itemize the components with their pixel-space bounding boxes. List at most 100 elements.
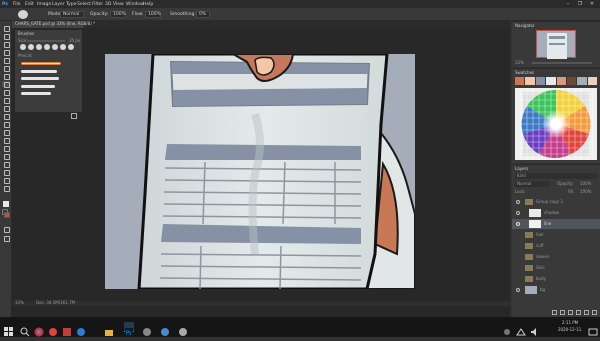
visibility-eye-icon[interactable] (516, 200, 520, 204)
artwork-canvas[interactable] (105, 54, 415, 289)
menu-3d[interactable]: 3D (105, 2, 111, 7)
photoshop-taskbar-icon[interactable]: Ps (124, 322, 134, 337)
clock-date[interactable]: 2020-12-11 (558, 328, 581, 332)
notifications-icon[interactable] (588, 322, 598, 336)
layer-row[interactable]: bg (512, 285, 600, 295)
menu-layer[interactable]: Layer (52, 2, 65, 7)
visibility-eye-icon[interactable] (516, 222, 520, 226)
mode-select[interactable]: Normal (60, 11, 84, 18)
brush-size-slider[interactable] (27, 40, 65, 42)
layer-row[interactable]: cuff (512, 241, 600, 251)
layer-row[interactable]: shadow (512, 208, 600, 218)
menu-edit[interactable]: Edit (25, 2, 34, 7)
add-mask-icon[interactable] (568, 310, 573, 315)
media-icon[interactable] (48, 322, 58, 336)
navigator-zoom-slider[interactable] (532, 62, 592, 64)
shape-tool-icon[interactable] (2, 161, 10, 168)
new-layer-icon[interactable] (584, 310, 589, 315)
app-icon[interactable] (62, 322, 72, 336)
windows-start-icon[interactable] (4, 322, 14, 336)
healing-tool-icon[interactable] (2, 73, 10, 80)
menu-select[interactable]: Select (77, 2, 91, 7)
maximize-button[interactable]: ❐ (575, 1, 585, 7)
history-brush-icon[interactable] (2, 97, 10, 104)
quick-mask-icon[interactable] (2, 226, 10, 233)
app-icon[interactable] (178, 322, 188, 336)
menu-window[interactable]: Window (126, 2, 144, 7)
menu-help[interactable]: Help (143, 2, 153, 7)
quick-select-tool-icon[interactable] (2, 49, 10, 56)
navigator-thumbnail[interactable] (536, 30, 576, 59)
eraser-tool-icon[interactable] (2, 105, 10, 112)
hand-tool-icon[interactable] (2, 169, 10, 176)
pen-tool-icon[interactable] (2, 137, 10, 144)
background-color-swatch[interactable] (4, 212, 10, 218)
brush-tool-icon[interactable] (4, 11, 11, 26)
visibility-eye-icon[interactable] (516, 288, 520, 292)
brush-preset-2[interactable] (28, 44, 34, 50)
flow-field[interactable]: 100% (145, 11, 161, 18)
new-brush-icon[interactable] (71, 104, 77, 119)
search-icon[interactable] (20, 322, 30, 337)
menu-file[interactable]: File (13, 2, 21, 7)
file-explorer-icon[interactable] (104, 322, 114, 336)
zoom-status[interactable]: 33% (15, 301, 24, 305)
layer-row[interactable]: sleeve (512, 252, 600, 262)
type-tool-icon[interactable] (2, 145, 10, 152)
smoothing-field[interactable]: 0% (196, 11, 210, 18)
brush-stroke-preview[interactable] (21, 85, 55, 88)
app-icon[interactable] (142, 322, 152, 336)
eyedropper-tool-icon[interactable] (2, 65, 10, 72)
brush-stroke-preview[interactable] (21, 92, 51, 95)
new-group-icon[interactable] (576, 310, 581, 315)
layer-opacity-value[interactable]: 100% (580, 182, 591, 186)
move-tool-icon[interactable] (2, 25, 10, 32)
volume-icon[interactable] (530, 322, 540, 336)
layer-row[interactable]: hair (512, 230, 600, 240)
brush-stroke-preview[interactable] (21, 77, 59, 80)
angle-icon[interactable] (228, 12, 234, 27)
recent-swatches[interactable] (515, 77, 597, 85)
screen-mode-icon[interactable] (2, 235, 10, 242)
menu-view[interactable]: View (113, 2, 124, 7)
clock-time[interactable]: 2:11 PM (562, 321, 578, 325)
media-player-icon[interactable] (76, 322, 86, 336)
app-icon[interactable] (160, 322, 170, 336)
document-tab[interactable]: CHARS_GATE.psd @ 33% (line, RGB/8) * (12, 21, 95, 28)
layer-row[interactable]: Group copy 3 (512, 197, 600, 207)
link-layers-icon[interactable] (552, 310, 557, 315)
path-select-tool-icon[interactable] (2, 153, 10, 160)
opacity-field[interactable]: 100% (110, 11, 126, 18)
network-icon[interactable] (516, 322, 526, 336)
layer-row[interactable]: body (512, 274, 600, 284)
blend-mode-select[interactable]: Normal (515, 181, 549, 187)
color-wheel-swatches[interactable] (515, 88, 597, 160)
dodge-tool-icon[interactable] (2, 129, 10, 136)
gradient-tool-icon[interactable] (2, 113, 10, 120)
brush-preset-4[interactable] (44, 44, 50, 50)
fill-value[interactable]: 100% (580, 190, 591, 194)
layer-row[interactable]: Skin (512, 263, 600, 273)
zoom-tool-icon[interactable] (2, 177, 10, 184)
close-button[interactable]: ✕ (587, 1, 597, 7)
layer-row-selected[interactable]: line (512, 219, 600, 229)
tray-icon[interactable] (502, 322, 512, 335)
menu-type[interactable]: Type (66, 2, 76, 7)
brush-preset-1[interactable] (20, 44, 26, 50)
more-tools-icon[interactable] (2, 185, 10, 192)
menu-image[interactable]: Image (37, 2, 51, 7)
crop-tool-icon[interactable] (2, 57, 10, 64)
settings-gear-icon[interactable] (215, 12, 221, 27)
brush-preset-6[interactable] (60, 44, 66, 50)
brush-preset-picker[interactable] (18, 10, 28, 19)
brush-stroke-preview-selected[interactable] (21, 62, 61, 65)
brush-stroke-preview[interactable] (21, 70, 57, 73)
minimize-button[interactable]: – (563, 1, 573, 7)
foreground-color-chip[interactable] (3, 201, 9, 207)
brush-preset-5[interactable] (52, 44, 58, 50)
menu-filter[interactable]: Filter (92, 2, 103, 7)
chrome-icon[interactable] (34, 322, 44, 337)
layer-filter-bar[interactable]: Kind (515, 173, 597, 179)
marquee-tool-icon[interactable] (2, 33, 10, 40)
blur-tool-icon[interactable] (2, 121, 10, 128)
